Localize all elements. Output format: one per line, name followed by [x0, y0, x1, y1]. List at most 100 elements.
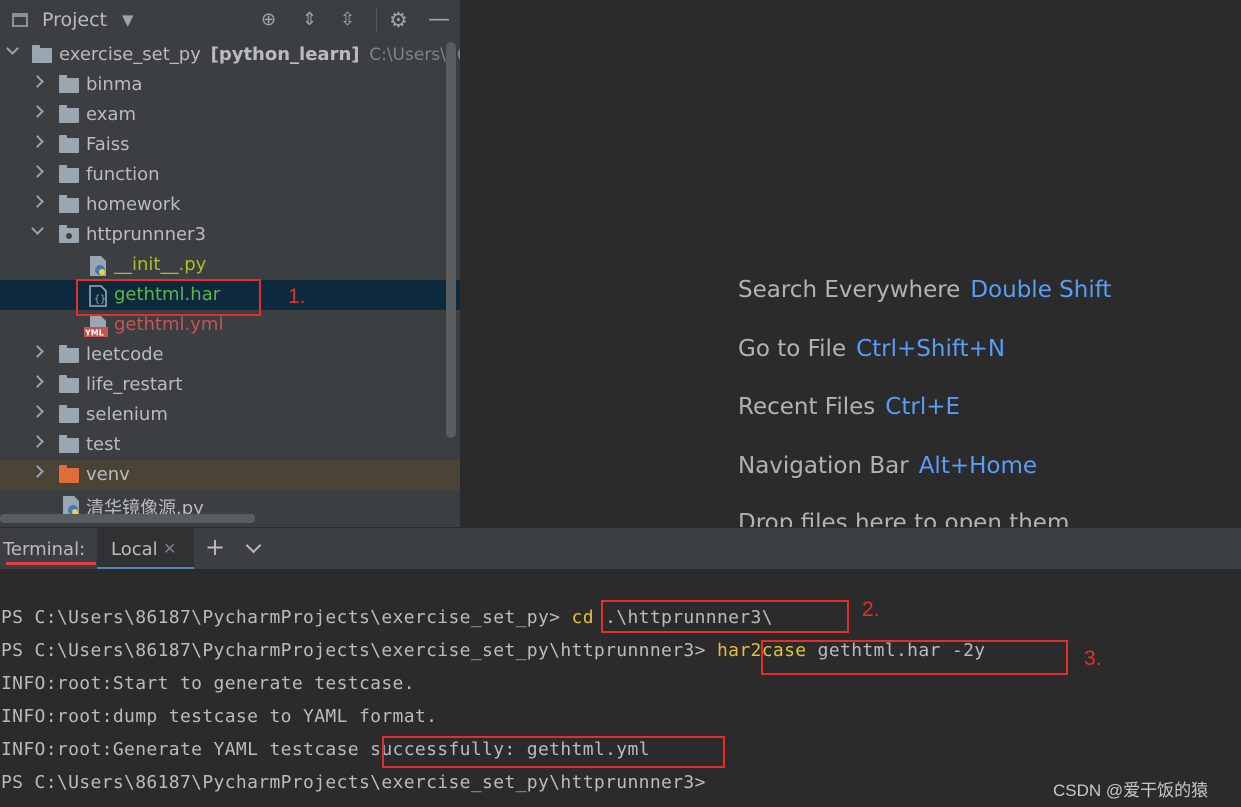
chevron-right-icon[interactable]	[31, 375, 44, 388]
horizontal-scrollbar[interactable]	[0, 514, 255, 523]
tree-item-exam[interactable]: exam	[0, 100, 460, 130]
hint-shortcut: Double Shift	[970, 277, 1112, 303]
terminal-title: Terminal:	[3, 539, 86, 560]
tree-item-faiss[interactable]: Faiss	[0, 130, 460, 160]
folder-icon	[59, 135, 79, 153]
package-folder-icon	[59, 225, 79, 243]
chevron-right-icon[interactable]	[31, 435, 44, 448]
annotation-label-2: 2.	[862, 598, 880, 621]
terminal-line: PS C:\Users\86187\PycharmProjects\exerci…	[1, 772, 706, 793]
project-panel: Project ▼ ⊕ ⇕ ⇳ ⚙ — exercise_set_py [pyt…	[0, 0, 460, 527]
chevron-down-icon[interactable]	[245, 537, 262, 554]
tree-root[interactable]: exercise_set_py [python_learn] C:\Users\…	[0, 40, 460, 70]
project-window-icon	[12, 13, 28, 27]
hint-recent-files: Recent Files Ctrl+E	[738, 394, 960, 420]
vertical-scrollbar[interactable]	[446, 42, 456, 438]
terminal-prompt: PS C:\Users\86187\PycharmProjects\exerci…	[1, 640, 717, 661]
chevron-right-icon[interactable]	[31, 345, 44, 358]
watermark: CSDN @爱干饭的猿	[1053, 781, 1209, 800]
tree-item-life-restart[interactable]: life_restart	[0, 370, 460, 400]
yml-file-icon: YML	[84, 316, 108, 338]
collapse-all-icon[interactable]: ⇳	[340, 0, 355, 40]
folder-icon	[59, 75, 79, 93]
gear-icon[interactable]: ⚙	[389, 0, 408, 40]
editor-empty-area[interactable]: Search Everywhere Double Shift Go to File…	[460, 0, 1241, 527]
tree-item-function[interactable]: function	[0, 160, 460, 190]
tree-item-venv[interactable]: venv	[0, 460, 460, 490]
tab-local-label: Local	[111, 539, 158, 560]
root-name: exercise_set_py	[59, 44, 201, 65]
hint-label: Drop files here to open them	[738, 510, 1070, 527]
project-header: Project ▼ ⊕ ⇕ ⇳ ⚙ —	[0, 0, 460, 40]
folder-icon	[59, 345, 79, 363]
tree-item-binma[interactable]: binma	[0, 70, 460, 100]
expand-all-icon[interactable]: ⇕	[302, 0, 317, 40]
annotation-box-1	[76, 279, 261, 316]
minimize-icon[interactable]: —	[428, 0, 450, 40]
chevron-right-icon[interactable]	[31, 75, 44, 88]
tree-item-label: life_restart	[86, 374, 183, 395]
new-tab-icon[interactable]: +	[205, 533, 225, 561]
tree-item-label: selenium	[86, 404, 168, 425]
tab-local[interactable]: Local ✕	[97, 528, 194, 570]
hint-label: Recent Files	[738, 394, 876, 420]
hint-shortcut: Alt+Home	[918, 453, 1038, 479]
svg-text:YML: YML	[84, 329, 104, 338]
hint-search-everywhere: Search Everywhere Double Shift	[738, 277, 1111, 303]
tree-item-label: exam	[86, 104, 136, 125]
tree-item-test[interactable]: test	[0, 430, 460, 460]
tree-item-init-py[interactable]: __init__.py	[0, 250, 460, 280]
python-file-icon	[90, 256, 106, 276]
project-view-selector[interactable]: Project	[42, 9, 107, 31]
folder-icon	[59, 405, 79, 423]
tree-item-label: httprunnner3	[86, 224, 206, 245]
terminal-tab-bar: Terminal: Local ✕ +	[0, 527, 1241, 570]
chevron-right-icon[interactable]	[31, 195, 44, 208]
chevron-right-icon[interactable]	[31, 405, 44, 418]
tree-item-httprunnner3[interactable]: httprunnner3	[0, 220, 460, 250]
hint-navigation-bar: Navigation Bar Alt+Home	[738, 453, 1037, 479]
annotation-box-2	[601, 600, 849, 633]
annotation-box-output	[382, 736, 725, 768]
tree-item-label: function	[86, 164, 160, 185]
chevron-right-icon[interactable]	[31, 105, 44, 118]
hint-shortcut: Ctrl+Shift+N	[856, 336, 1006, 362]
tree-item-label: leetcode	[86, 344, 164, 365]
folder-icon	[59, 195, 79, 213]
terminal-title-underline	[6, 562, 96, 565]
chevron-right-icon[interactable]	[31, 465, 44, 478]
tree-item-label: homework	[86, 194, 181, 215]
annotation-label-3: 3.	[1084, 647, 1102, 670]
hint-drop-files: Drop files here to open them	[738, 510, 1069, 527]
hint-shortcut: Ctrl+E	[885, 394, 961, 420]
chevron-right-icon[interactable]	[31, 165, 44, 178]
hint-go-to-file: Go to File Ctrl+Shift+N	[738, 336, 1005, 362]
tree-item-label: __init__.py	[114, 254, 207, 275]
folder-icon	[59, 165, 79, 183]
chevron-down-icon[interactable]	[6, 42, 19, 55]
hint-label: Search Everywhere	[738, 277, 961, 303]
hint-label: Navigation Bar	[738, 453, 909, 479]
folder-icon	[32, 45, 52, 63]
tree-item-label: venv	[86, 464, 130, 485]
excluded-folder-icon	[59, 465, 79, 483]
chevron-right-icon[interactable]	[31, 135, 44, 148]
chevron-down-icon[interactable]: ▼	[122, 0, 134, 40]
annotation-label-1: 1.	[288, 285, 306, 308]
terminal-prompt: PS C:\Users\86187\PycharmProjects\exerci…	[1, 607, 572, 628]
header-divider	[376, 8, 377, 32]
hint-label: Go to File	[738, 336, 847, 362]
folder-icon	[59, 105, 79, 123]
tree-item-label: test	[86, 434, 121, 455]
tree-item-homework[interactable]: homework	[0, 190, 460, 220]
folder-icon	[59, 375, 79, 393]
tree-item-label: Faiss	[86, 134, 130, 155]
tree-item-leetcode[interactable]: leetcode	[0, 340, 460, 370]
terminal-line: INFO:root:Start to generate testcase.	[1, 673, 415, 694]
tree-item-label: binma	[86, 74, 143, 95]
tree-item-selenium[interactable]: selenium	[0, 400, 460, 430]
terminal-line: INFO:root:dump testcase to YAML format.	[1, 706, 438, 727]
chevron-down-icon[interactable]	[31, 222, 44, 235]
locate-icon[interactable]: ⊕	[261, 0, 276, 40]
close-icon[interactable]: ✕	[163, 539, 176, 558]
